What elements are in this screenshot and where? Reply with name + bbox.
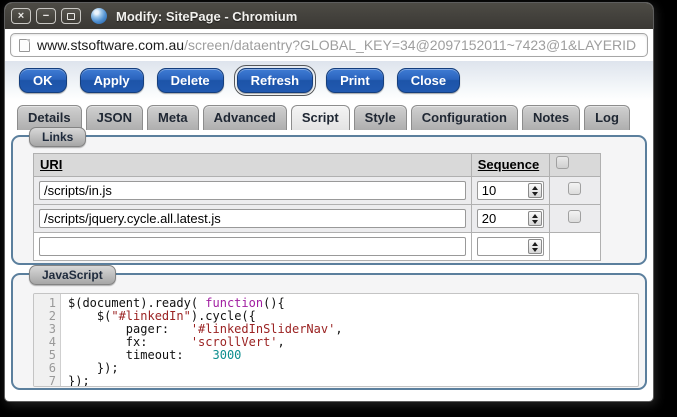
ok-button[interactable]: OK [19,68,67,93]
print-button[interactable]: Print [326,68,384,93]
spinner-up-icon [531,185,538,190]
uri-column-header[interactable]: URI [40,157,62,172]
titlebar[interactable]: × − Modify: SitePage - Chromium [5,3,653,29]
action-toolbar: OK Apply Delete Refresh Print Close [5,61,653,101]
chromium-icon [91,8,107,24]
url-row: www.stsoftware.com.au/screen/dataentry?G… [5,29,653,61]
page-icon [19,38,30,52]
refresh-button[interactable]: Refresh [233,65,317,96]
links-table: URI Sequence [33,153,602,261]
links-fieldset: Links URI Sequence [11,127,647,265]
tab-log[interactable]: Log [584,105,630,130]
sequence-column-header[interactable]: Sequence [478,157,539,172]
tab-notes[interactable]: Notes [521,105,581,130]
spinner-control[interactable] [527,211,542,226]
address-bar[interactable]: www.stsoftware.com.au/screen/dataentry?G… [10,33,648,57]
window-title: Modify: SitePage - Chromium [116,8,298,24]
table-row [33,232,602,261]
uri-input[interactable] [39,181,466,200]
apply-button[interactable]: Apply [79,68,144,93]
spinner-control[interactable] [527,183,542,198]
spinner-up-icon [531,213,538,218]
links-legend: Links [29,127,87,147]
tab-script[interactable]: Script [290,105,350,130]
minimize-icon: − [42,9,50,22]
browser-window: × − Modify: SitePage - Chromium www.stso… [4,2,654,402]
table-row [33,176,602,205]
javascript-legend: JavaScript [29,265,116,285]
spinner-control[interactable] [527,239,542,254]
spinner-down-icon [531,247,538,252]
close-button[interactable]: Close [396,68,461,93]
code-content: $(document).ready( function(){ $("#linke… [68,296,343,387]
delete-button[interactable]: Delete [156,68,224,93]
maximize-icon [67,12,75,20]
tab-style[interactable]: Style [353,105,407,130]
row-checkbox[interactable] [568,209,582,223]
tab-bar: Details JSON Meta Advanced Script Style Config… [5,101,653,130]
row-checkbox[interactable] [568,181,582,195]
close-button[interactable]: × [11,8,31,24]
tab-advanced[interactable]: Advanced [202,105,287,130]
javascript-fieldset: JavaScript 1234567 $(document).ready( fu… [11,265,647,390]
close-icon: × [17,9,25,22]
spinner-down-icon [531,219,538,224]
url-path: /screen/dataentry?GLOBAL_KEY=34@20971520… [184,37,637,53]
spinner-down-icon [531,191,538,196]
code-viewer: 1234567 $(document).ready( function(){ $… [33,293,639,387]
url-text: www.stsoftware.com.au/screen/dataentry?G… [37,37,636,53]
tab-configuration[interactable]: Configuration [410,105,518,130]
uri-input[interactable] [39,237,466,256]
maximize-button[interactable] [61,8,81,24]
table-row [33,204,602,233]
line-numbers: 1234567 [34,294,61,386]
url-domain: www.stsoftware.com.au [37,37,185,53]
links-header-row: URI Sequence [33,153,602,177]
minimize-button[interactable]: − [36,8,56,24]
spinner-up-icon [531,241,538,246]
tab-meta[interactable]: Meta [147,105,199,130]
select-all-checkbox[interactable] [555,156,569,169]
tab-json[interactable]: JSON [85,105,144,130]
uri-input[interactable] [39,209,466,228]
